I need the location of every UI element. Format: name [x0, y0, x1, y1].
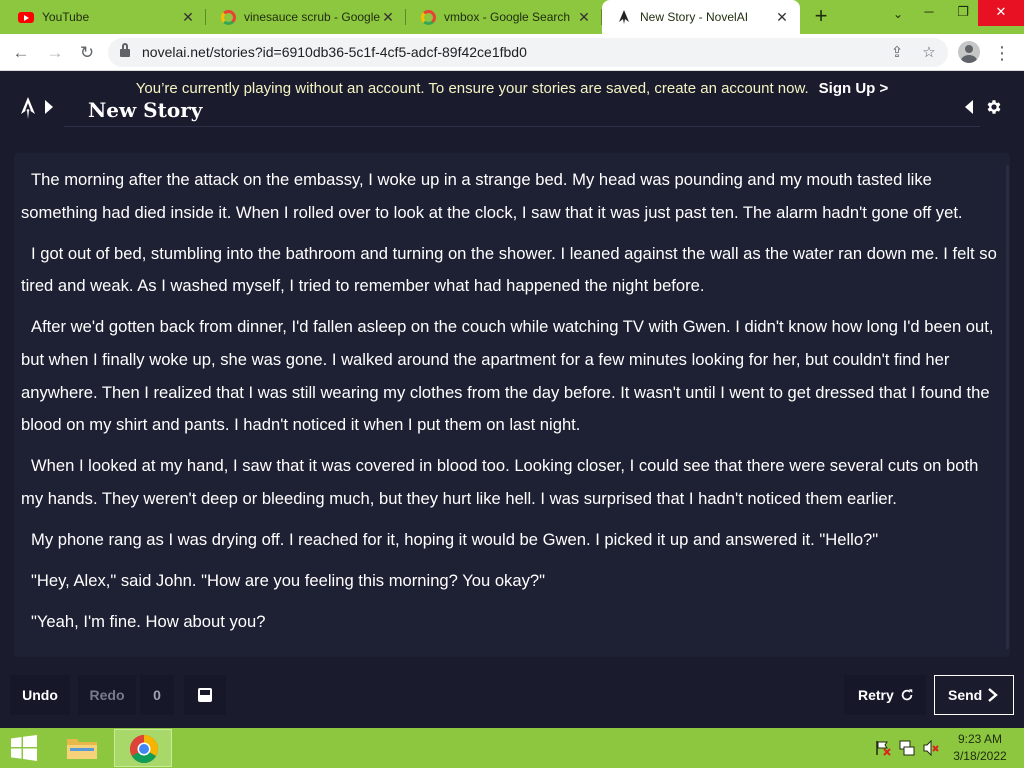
story-header: New Story: [0, 93, 1024, 133]
google-icon: [420, 9, 436, 25]
retry-button[interactable]: Retry: [844, 675, 926, 715]
lock-icon[interactable]: [120, 43, 130, 58]
undo-button[interactable]: Undo: [10, 675, 70, 715]
action-center-flag-icon[interactable]: [874, 739, 892, 757]
network-icon[interactable]: [898, 739, 916, 757]
story-title[interactable]: New Story: [88, 98, 202, 122]
browser-toolbar: ← → ↻ novelai.net/stories?id=6910db36-5c…: [0, 34, 1024, 71]
story-paragraph[interactable]: "Yeah, I'm fine. How about you?: [21, 606, 1002, 639]
retry-icon: [901, 689, 913, 701]
story-editor[interactable]: The morning after the attack on the emba…: [14, 153, 1010, 657]
tab-strip: YouTube ✕ vinesauce scrub - Google ✕ vmb…: [0, 0, 1024, 34]
new-tab-button[interactable]: +: [808, 5, 834, 29]
tab-title: vinesauce scrub - Google: [244, 10, 380, 24]
tab-title: vmbox - Google Search: [444, 10, 571, 24]
story-paragraph[interactable]: The morning after the attack on the emba…: [21, 164, 1002, 229]
retry-label: Retry: [858, 687, 894, 703]
story-paragraph[interactable]: I got out of bed, stumbling into the bat…: [21, 238, 1002, 303]
header-divider: [64, 126, 980, 127]
clock-time: 9:23 AM: [957, 732, 1003, 746]
close-icon[interactable]: ✕: [180, 9, 196, 25]
tab-title: YouTube: [42, 10, 90, 24]
gear-icon[interactable]: [985, 98, 1003, 116]
tab-new-story-novelai[interactable]: New Story - NovelAI ✕: [602, 0, 800, 34]
tab-vinesauce-scrub[interactable]: vinesauce scrub - Google ✕: [206, 0, 406, 34]
clock-date: 3/18/2022: [953, 749, 1007, 763]
story-paragraph[interactable]: When I looked at my hand, I saw that it …: [21, 450, 1002, 515]
address-bar[interactable]: novelai.net/stories?id=6910db36-5c1f-4cf…: [108, 38, 948, 67]
close-icon[interactable]: ✕: [774, 9, 790, 25]
windows-logo-icon: [11, 735, 37, 761]
forward-button[interactable]: →: [42, 40, 68, 66]
story-paragraph[interactable]: My phone rang as I was drying off. I rea…: [21, 524, 1002, 557]
folder-icon: [67, 739, 97, 759]
editor-scrollbar[interactable]: [1006, 165, 1009, 649]
chrome-taskbar-button[interactable]: [114, 729, 172, 767]
minimize-button[interactable]: ─: [912, 0, 946, 26]
novelai-page: You’re currently playing without an acco…: [0, 71, 1024, 728]
profile-avatar-icon[interactable]: [958, 41, 980, 63]
redo-count[interactable]: 0: [140, 675, 174, 715]
bookmark-star-icon[interactable]: ☆: [918, 42, 940, 64]
back-button[interactable]: ←: [8, 40, 34, 66]
sidebar-expand-icon[interactable]: [44, 100, 54, 114]
browser-menu-icon[interactable]: ⋮: [990, 40, 1014, 66]
close-icon[interactable]: ✕: [576, 9, 592, 25]
reload-button[interactable]: ↻: [74, 40, 100, 66]
tab-vmbox-search[interactable]: vmbox - Google Search ✕: [406, 0, 602, 34]
window-close-button[interactable]: ✕: [978, 0, 1024, 26]
tab-youtube[interactable]: YouTube ✕: [4, 0, 206, 34]
windows-start-button[interactable]: [0, 728, 48, 768]
novelai-logo-icon[interactable]: [20, 97, 36, 119]
book-icon: [198, 688, 212, 702]
panel-expand-icon[interactable]: [964, 100, 974, 114]
chevron-right-icon: [988, 688, 998, 702]
windows-taskbar: 9:23 AM 3/18/2022: [0, 728, 1024, 768]
share-icon[interactable]: ⇪: [886, 42, 908, 64]
send-label: Send: [948, 687, 983, 703]
restore-button[interactable]: ❐: [946, 0, 980, 26]
send-button[interactable]: Send: [934, 675, 1014, 715]
story-paragraph[interactable]: After we'd gotten back from dinner, I'd …: [21, 311, 1002, 441]
lorebook-button[interactable]: [184, 675, 226, 715]
google-icon: [220, 9, 236, 25]
url-text[interactable]: novelai.net/stories?id=6910db36-5c1f-4cf…: [142, 38, 527, 67]
redo-button[interactable]: Redo: [78, 675, 136, 715]
system-clock[interactable]: 9:23 AM 3/18/2022: [944, 731, 1016, 765]
file-explorer-taskbar-button[interactable]: [52, 729, 110, 767]
tab-title: New Story - NovelAI: [640, 10, 749, 24]
close-icon[interactable]: ✕: [380, 9, 396, 25]
chrome-icon: [130, 735, 158, 763]
story-controls: Undo Redo 0 Retry Send: [0, 675, 1024, 715]
youtube-icon: [18, 9, 34, 25]
tab-search-button[interactable]: ⌄: [886, 7, 910, 27]
story-text[interactable]: The morning after the attack on the emba…: [14, 153, 1010, 639]
novelai-icon: [616, 9, 632, 25]
volume-muted-icon[interactable]: [922, 739, 940, 757]
story-paragraph[interactable]: "Hey, Alex," said John. "How are you fee…: [21, 565, 1002, 598]
